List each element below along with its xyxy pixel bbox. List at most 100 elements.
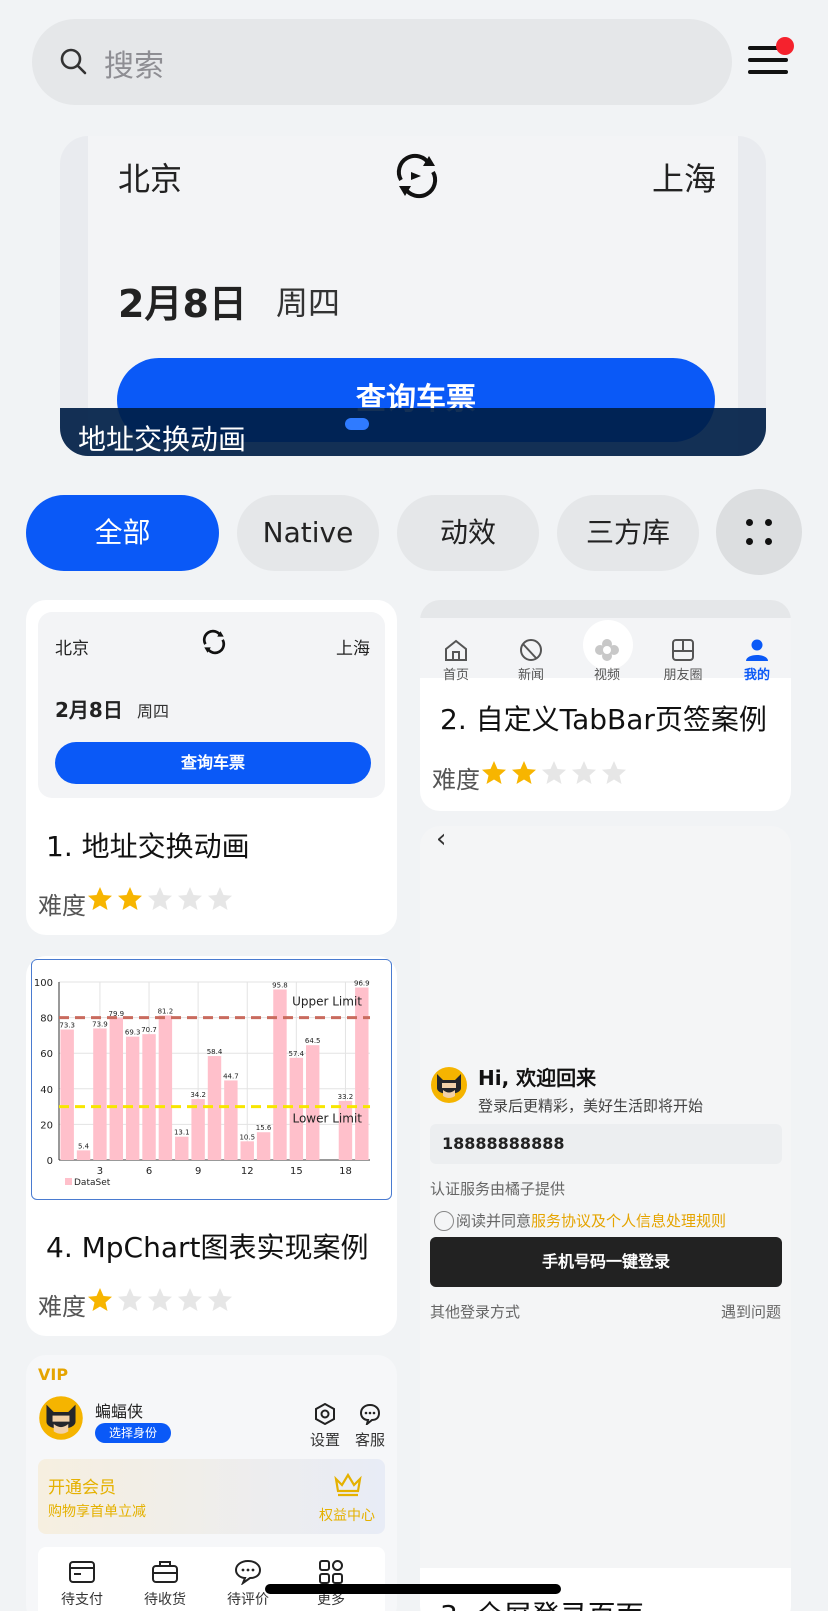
preview-to: 上海 — [336, 639, 370, 659]
difficulty-label: 难度 — [38, 892, 86, 920]
chip-all[interactable]: 全部 — [26, 495, 219, 571]
x-tick-label: 15 — [290, 1166, 303, 1177]
avatar — [431, 1067, 467, 1103]
star-filled-icon — [482, 761, 506, 784]
card-custom-tabbar[interactable]: 首页 新闻 视频 朋友圈 我的 2. 自定义TabBar页签案例 难度 — [420, 600, 791, 811]
grid-icon — [746, 519, 753, 526]
chip-native[interactable]: Native — [237, 495, 379, 571]
card-vip-profile[interactable]: VIP 蝙蝠侠 选择身份 设置 客服 开通会员 购物享首单立减 权益中心 待支付… — [26, 1355, 397, 1611]
card-title: 3. 全屏登录页面 — [440, 1594, 644, 1611]
chart-bar — [175, 1136, 189, 1160]
chip-animation[interactable]: 动效 — [397, 495, 539, 571]
star-empty-icon — [118, 1288, 142, 1311]
chip-third-party[interactable]: 三方库 — [557, 495, 699, 571]
chart-bar — [224, 1080, 238, 1160]
star-filled-icon — [118, 887, 142, 910]
avatar — [39, 1396, 83, 1440]
rating-stars — [86, 1286, 234, 1314]
service-button: 客服 — [350, 1403, 390, 1450]
carousel-indicator[interactable] — [345, 418, 369, 430]
bar-chart: 0204060801003 6 9 12 15 1873.35.473.979.969.3… — [34, 978, 370, 1188]
star-empty-icon — [208, 887, 232, 910]
x-tick-label: 18 — [339, 1166, 352, 1177]
difficulty-label: 难度 — [432, 766, 480, 794]
bar-value-label: 64.5 — [305, 1037, 321, 1045]
bar-value-label: 15.6 — [256, 1124, 272, 1132]
legend-swatch — [65, 1178, 72, 1185]
star-empty-icon — [602, 761, 626, 784]
banner-to-city: 上海 — [652, 160, 717, 198]
menu-button[interactable] — [748, 37, 794, 80]
package-icon — [152, 1561, 178, 1583]
bar-value-label: 96.9 — [354, 980, 370, 988]
preview-query-button: 查询车票 — [55, 742, 371, 784]
card-fullscreen-login[interactable]: ‹ Hi, 欢迎回来 登录后更精彩，美好生活即将开始 18888888888 认… — [420, 826, 791, 1611]
wallet-icon — [69, 1561, 95, 1583]
order-unpaid: 待支付 — [52, 1559, 112, 1609]
rating-stars — [480, 759, 628, 787]
chart-bar — [60, 1029, 74, 1160]
preview-from: 北京 — [55, 639, 89, 659]
tabbar-preview: 首页 新闻 视频 朋友圈 我的 — [420, 600, 791, 683]
y-tick-label: 0 — [47, 1156, 53, 1167]
bar-value-label: 81.2 — [158, 1007, 174, 1015]
card-mpchart[interactable]: 0 20 40 60 80 100 3 6 9 12 15 18 73.3 5.4 73.9 79.9 69.3… — [26, 956, 397, 1336]
search-bar[interactable]: 搜索 — [32, 19, 732, 105]
x-tick-label: 3 — [97, 1166, 103, 1177]
bar-value-label: 73.3 — [59, 1022, 75, 1030]
bar-value-label: 33.2 — [338, 1093, 354, 1101]
preview-date: 2月8日 — [55, 698, 123, 722]
back-icon: ‹ — [436, 826, 447, 854]
home-icon — [445, 639, 467, 661]
comment-icon — [234, 1559, 262, 1585]
provider-note: 认证服务由橘子提供 — [430, 1180, 566, 1198]
agreement-link: 服务协议及个人信息处理规则 — [531, 1212, 727, 1230]
card-title: 1. 地址交换动画 — [46, 830, 250, 863]
profile-icon — [746, 639, 768, 661]
chart-bar — [142, 1034, 156, 1160]
bar-value-label: 95.8 — [272, 981, 288, 989]
preview-weekday: 周四 — [137, 702, 170, 721]
x-tick-label: 12 — [241, 1166, 254, 1177]
x-tick-label: 6 — [146, 1166, 152, 1177]
star-empty-icon — [178, 1288, 202, 1311]
open-member: 开通会员 — [48, 1478, 116, 1498]
star-empty-icon — [542, 761, 566, 784]
bar-value-label: 10.5 — [239, 1133, 255, 1141]
card-title: 4. MpChart图表实现案例 — [46, 1231, 369, 1264]
x-tick-label: 9 — [195, 1166, 201, 1177]
limit-label: Upper Limit — [292, 995, 362, 1009]
chart-bar — [338, 1100, 353, 1160]
swap-icon — [396, 153, 438, 199]
select-role-button: 选择身份 — [95, 1423, 172, 1443]
star-empty-icon — [208, 1288, 232, 1311]
phone-field: 18888888888 — [430, 1124, 782, 1164]
chat-icon — [359, 1403, 381, 1425]
chart-bar — [256, 1132, 271, 1160]
login-greeting: Hi, 欢迎回来 — [478, 1066, 597, 1090]
difficulty-label: 难度 — [38, 1293, 86, 1321]
card-address-swap[interactable]: 北京 上海 2月8日 周四 查询车票 1. 地址交换动画 难度 — [26, 600, 397, 935]
tab-news: 新闻 — [501, 638, 561, 683]
rating-stars — [86, 885, 234, 913]
chart-bar — [191, 1099, 205, 1160]
category-grid-button[interactable] — [716, 489, 802, 575]
banner-weekday: 周四 — [276, 284, 341, 322]
chart-bar — [76, 1150, 91, 1160]
chart-bar — [273, 989, 287, 1160]
order-to-receive: 待收货 — [135, 1559, 195, 1609]
help-link: 遇到问题 — [720, 1303, 781, 1321]
bar-value-label: 5.4 — [78, 1142, 90, 1150]
user-name: 蝙蝠侠 — [95, 1402, 144, 1421]
banner-date: 2月8日 — [118, 282, 247, 326]
search-icon — [60, 48, 87, 75]
news-icon — [520, 639, 542, 661]
video-icon — [595, 639, 619, 661]
star-filled-icon — [88, 1288, 112, 1311]
tab-home: 首页 — [426, 638, 486, 683]
member-desc: 购物享首单立减 — [48, 1504, 146, 1520]
chart-bar — [305, 1045, 320, 1160]
settings-button: 设置 — [305, 1403, 345, 1450]
chart-bar — [109, 1017, 124, 1160]
limit-label: Lower Limit — [292, 1112, 362, 1126]
